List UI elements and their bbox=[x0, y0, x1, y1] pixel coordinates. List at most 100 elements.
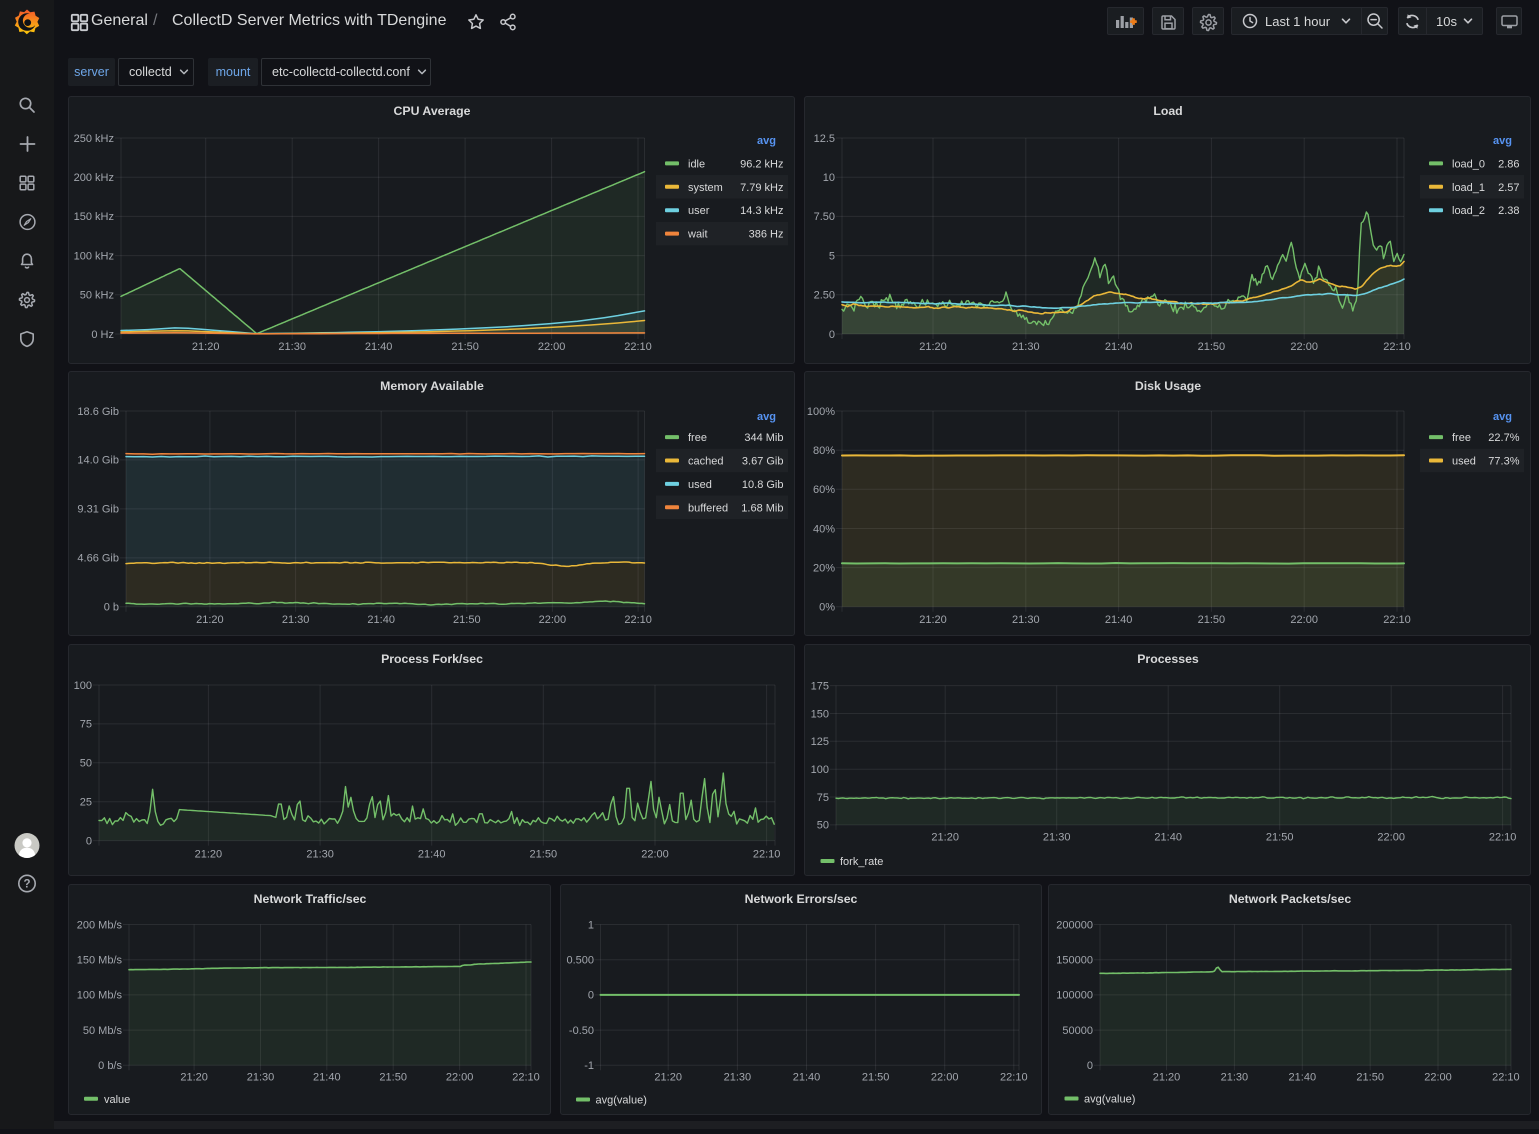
svg-text:50: 50 bbox=[80, 758, 92, 770]
svg-text:21:30: 21:30 bbox=[278, 341, 306, 353]
svg-text:25: 25 bbox=[80, 797, 92, 809]
svg-text:2.86: 2.86 bbox=[1498, 158, 1519, 170]
svg-text:21:20: 21:20 bbox=[919, 341, 947, 353]
svg-text:60%: 60% bbox=[813, 484, 835, 496]
svg-text:-1: -1 bbox=[584, 1060, 594, 1072]
svg-text:150000: 150000 bbox=[1056, 955, 1093, 967]
svg-text:1.68 Mib: 1.68 Mib bbox=[741, 502, 783, 514]
svg-text:21:50: 21:50 bbox=[451, 341, 479, 353]
svg-text:0: 0 bbox=[1087, 1060, 1093, 1072]
svg-text:21:40: 21:40 bbox=[1105, 614, 1133, 626]
svg-text:21:30: 21:30 bbox=[247, 1071, 275, 1083]
svg-text:21:50: 21:50 bbox=[1356, 1071, 1384, 1083]
svg-text:0 Hz: 0 Hz bbox=[91, 329, 114, 341]
svg-text:50 kHz: 50 kHz bbox=[80, 290, 114, 302]
svg-text:150 Mb/s: 150 Mb/s bbox=[77, 955, 123, 967]
svg-text:22:00: 22:00 bbox=[538, 341, 566, 353]
svg-text:18.6 Gib: 18.6 Gib bbox=[77, 406, 119, 418]
svg-text:21:30: 21:30 bbox=[306, 849, 334, 861]
svg-text:22:10: 22:10 bbox=[512, 1071, 540, 1083]
svg-text:user: user bbox=[688, 205, 710, 217]
svg-text:3.67 Gib: 3.67 Gib bbox=[742, 456, 784, 468]
svg-text:21:20: 21:20 bbox=[654, 1071, 682, 1083]
svg-text:22:10: 22:10 bbox=[1383, 341, 1411, 353]
svg-text:avg(value): avg(value) bbox=[1084, 1094, 1135, 1106]
svg-text:20%: 20% bbox=[813, 562, 835, 574]
svg-text:load_0: load_0 bbox=[1452, 158, 1485, 170]
svg-text:21:40: 21:40 bbox=[367, 614, 395, 626]
svg-text:77.3%: 77.3% bbox=[1488, 456, 1519, 468]
svg-text:96.2 kHz: 96.2 kHz bbox=[740, 158, 783, 170]
svg-text:22:10: 22:10 bbox=[1492, 1071, 1520, 1083]
svg-text:avg(value): avg(value) bbox=[596, 1095, 647, 1107]
svg-text:Network Traffic/sec: Network Traffic/sec bbox=[254, 892, 367, 906]
svg-text:386 Hz: 386 Hz bbox=[749, 229, 784, 241]
svg-text:wait: wait bbox=[687, 229, 708, 241]
svg-text:100: 100 bbox=[74, 680, 92, 692]
svg-text:50000: 50000 bbox=[1062, 1025, 1093, 1037]
svg-text:21:50: 21:50 bbox=[530, 849, 558, 861]
svg-text:9.31 Gib: 9.31 Gib bbox=[77, 504, 119, 516]
svg-text:10.8 Gib: 10.8 Gib bbox=[742, 479, 784, 491]
svg-text:Network Packets/sec: Network Packets/sec bbox=[1229, 892, 1352, 906]
svg-text:21:20: 21:20 bbox=[1153, 1071, 1181, 1083]
svg-text:Process Fork/sec: Process Fork/sec bbox=[381, 652, 483, 666]
svg-text:21:40: 21:40 bbox=[1105, 341, 1133, 353]
svg-text:75: 75 bbox=[80, 719, 92, 731]
svg-text:22:00: 22:00 bbox=[1377, 832, 1405, 844]
svg-text:200000: 200000 bbox=[1056, 919, 1093, 931]
svg-text:21:40: 21:40 bbox=[365, 341, 393, 353]
svg-text:load_2: load_2 bbox=[1452, 205, 1485, 217]
svg-text:system: system bbox=[688, 182, 723, 194]
svg-text:125: 125 bbox=[811, 736, 829, 748]
svg-text:40%: 40% bbox=[813, 523, 835, 535]
svg-text:22:10: 22:10 bbox=[624, 341, 652, 353]
svg-text:22:10: 22:10 bbox=[753, 849, 781, 861]
svg-text:21:50: 21:50 bbox=[862, 1071, 890, 1083]
svg-text:4.66 Gib: 4.66 Gib bbox=[77, 553, 119, 565]
svg-text:21:50: 21:50 bbox=[1198, 614, 1226, 626]
svg-text:22:10: 22:10 bbox=[624, 614, 652, 626]
svg-text:21:30: 21:30 bbox=[282, 614, 310, 626]
svg-text:50 Mb/s: 50 Mb/s bbox=[83, 1025, 123, 1037]
svg-text:0.500: 0.500 bbox=[566, 955, 594, 967]
svg-text:load_1: load_1 bbox=[1452, 182, 1485, 194]
svg-text:10: 10 bbox=[823, 172, 835, 184]
svg-text:fork_rate: fork_rate bbox=[840, 856, 883, 868]
svg-text:22:00: 22:00 bbox=[1290, 341, 1318, 353]
svg-text:200 kHz: 200 kHz bbox=[74, 172, 114, 184]
svg-text:80%: 80% bbox=[813, 445, 835, 457]
svg-text:21:50: 21:50 bbox=[1198, 341, 1226, 353]
svg-text:1: 1 bbox=[588, 919, 594, 931]
svg-text:50: 50 bbox=[817, 820, 829, 832]
svg-text:22:00: 22:00 bbox=[1424, 1071, 1452, 1083]
svg-text:100%: 100% bbox=[807, 406, 835, 418]
svg-text:avg: avg bbox=[757, 411, 776, 423]
svg-text:21:30: 21:30 bbox=[1221, 1071, 1249, 1083]
svg-text:150 kHz: 150 kHz bbox=[74, 211, 114, 223]
svg-text:14.0 Gib: 14.0 Gib bbox=[77, 455, 119, 467]
svg-text:avg: avg bbox=[1493, 411, 1512, 423]
svg-text:22:00: 22:00 bbox=[539, 614, 567, 626]
svg-text:22:10: 22:10 bbox=[1383, 614, 1411, 626]
svg-text:21:20: 21:20 bbox=[195, 849, 223, 861]
svg-text:14.3 kHz: 14.3 kHz bbox=[740, 205, 783, 217]
svg-text:100 kHz: 100 kHz bbox=[74, 250, 114, 262]
svg-text:21:20: 21:20 bbox=[931, 832, 959, 844]
svg-text:21:40: 21:40 bbox=[418, 849, 446, 861]
svg-text:Processes: Processes bbox=[1137, 652, 1199, 666]
svg-text:22:00: 22:00 bbox=[446, 1071, 474, 1083]
svg-text:0 b/s: 0 b/s bbox=[98, 1060, 122, 1072]
svg-text:0 b: 0 b bbox=[104, 602, 119, 614]
svg-text:7.50: 7.50 bbox=[814, 211, 835, 223]
svg-text:Network Errors/sec: Network Errors/sec bbox=[745, 892, 858, 906]
svg-text:idle: idle bbox=[688, 158, 705, 170]
svg-text:22:00: 22:00 bbox=[1290, 614, 1318, 626]
svg-text:21:50: 21:50 bbox=[453, 614, 481, 626]
svg-text:150: 150 bbox=[811, 708, 829, 720]
svg-text:12.5: 12.5 bbox=[814, 133, 835, 145]
svg-text:0%: 0% bbox=[819, 602, 835, 614]
svg-text:cached: cached bbox=[688, 456, 723, 468]
svg-text:100 Mb/s: 100 Mb/s bbox=[77, 990, 123, 1002]
svg-text:21:40: 21:40 bbox=[793, 1071, 821, 1083]
